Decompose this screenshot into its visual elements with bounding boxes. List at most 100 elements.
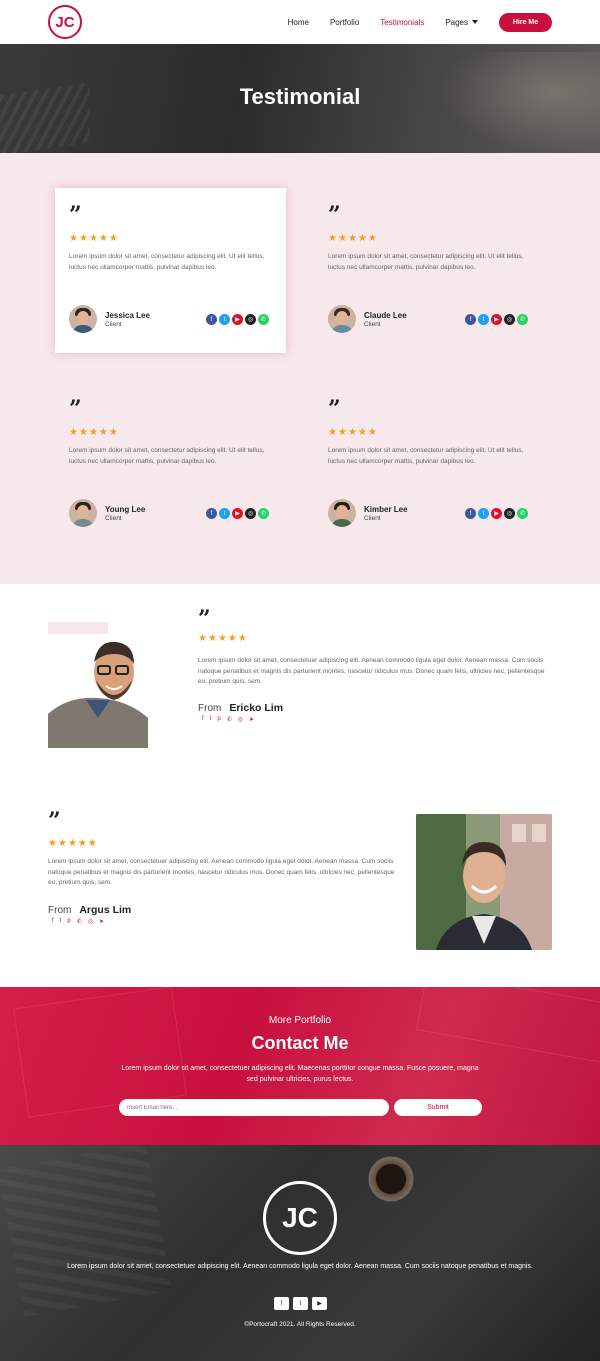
- testimonials-grid: ” ★ ★ ★ ★ ★ Lorem ipsum dolor sit amet, consec…: [0, 153, 600, 584]
- instagram-icon[interactable]: ◎: [504, 314, 515, 325]
- whatsapp-icon[interactable]: ✆: [77, 918, 82, 925]
- star-icon: ★: [48, 838, 57, 849]
- star-icon: ★: [198, 633, 207, 644]
- site-footer: JC Lorem ipsum dolor sit amet, consectet…: [0, 1145, 600, 1361]
- star-icon: ★: [57, 838, 67, 849]
- star-icon: ★: [207, 633, 217, 644]
- social-links: f t ▶ ◎ ✆: [465, 314, 528, 325]
- instagram-icon[interactable]: ◎: [245, 314, 256, 325]
- instagram-icon[interactable]: ◎: [238, 716, 243, 723]
- pinterest-icon[interactable]: p: [217, 716, 220, 723]
- page-title: Testimonial: [239, 84, 361, 109]
- star-icon: ★: [108, 233, 118, 244]
- testimonial-author: Kimber Lee Client: [328, 499, 408, 527]
- twitter-icon[interactable]: t: [60, 918, 62, 925]
- author-social-links: f t p ✆ ◎ ➤: [52, 918, 104, 925]
- youtube-icon[interactable]: ▶: [232, 314, 243, 325]
- whatsapp-icon[interactable]: ✆: [227, 716, 232, 723]
- twitter-icon[interactable]: t: [210, 716, 212, 723]
- featured-testimonial-ericko: ” ★ ★ ★ ★ ★ Lorem ipsum dolor sit amet, cons…: [0, 584, 600, 780]
- youtube-icon[interactable]: ▶: [232, 508, 243, 519]
- author-name: Ericko Lim: [229, 702, 284, 714]
- facebook-icon[interactable]: f: [206, 508, 217, 519]
- from-label: From: [48, 905, 72, 916]
- rating-stars: ★ ★ ★ ★ ★: [69, 234, 272, 244]
- instagram-icon[interactable]: ◎: [245, 508, 256, 519]
- social-links: f t ▶ ◎ ✆: [206, 508, 269, 519]
- telegram-icon[interactable]: ➤: [249, 716, 254, 723]
- star-icon: ★: [69, 233, 78, 244]
- avatar: [69, 305, 97, 333]
- footer-description: Lorem ipsum dolor sit amet, consectetuer…: [67, 1263, 533, 1270]
- star-icon: ★: [347, 233, 357, 244]
- youtube-icon[interactable]: ▶: [491, 508, 502, 519]
- contact-section: More Portfolio Contact Me Lorem ipsum do…: [0, 987, 600, 1145]
- star-icon: ★: [88, 233, 98, 244]
- twitter-icon[interactable]: t: [478, 508, 489, 519]
- nav-item-testimonials[interactable]: Testimonials: [380, 18, 424, 27]
- quote-icon: ”: [69, 396, 82, 422]
- youtube-icon[interactable]: ▶: [491, 314, 502, 325]
- testimonial-card: ” ★ ★ ★ ★ ★ Lorem ipsum dolor sit amet, consec…: [55, 382, 286, 547]
- author-role: Client: [364, 320, 381, 328]
- copyright: ©Portocraft 2021. All Rights Reserved.: [244, 1321, 356, 1328]
- star-icon: ★: [77, 838, 87, 849]
- rating-stars: ★ ★ ★ ★ ★: [48, 839, 97, 849]
- star-icon: ★: [367, 427, 377, 438]
- testimonial-text: Lorem ipsum dolor sit amet, consectetuer…: [48, 858, 395, 886]
- pinterest-icon[interactable]: p: [67, 918, 70, 925]
- star-icon: ★: [98, 427, 108, 438]
- instagram-icon[interactable]: ◎: [504, 508, 515, 519]
- nav-item-portfolio[interactable]: Portfolio: [330, 18, 359, 27]
- facebook-icon[interactable]: f: [274, 1297, 289, 1310]
- site-logo[interactable]: JC: [48, 5, 82, 39]
- facebook-icon[interactable]: f: [202, 716, 204, 723]
- star-icon: ★: [237, 633, 247, 644]
- hero-banner: Testimonial: [0, 44, 600, 153]
- whatsapp-icon[interactable]: ✆: [517, 314, 528, 325]
- star-icon: ★: [98, 233, 108, 244]
- caret-down-icon: [472, 20, 478, 24]
- facebook-icon[interactable]: f: [465, 314, 476, 325]
- star-icon: ★: [347, 427, 357, 438]
- facebook-icon[interactable]: f: [465, 508, 476, 519]
- quote-icon: ”: [48, 808, 61, 834]
- testimonial-text: Lorem ipsum dolor sit amet, consectetuer…: [198, 657, 545, 685]
- hire-me-button[interactable]: Hire Me: [499, 12, 552, 32]
- twitter-icon[interactable]: t: [219, 508, 230, 519]
- rating-stars: ★ ★ ★ ★ ★: [328, 234, 531, 244]
- testimonial-card: ” ★ ★ ★ ★ ★ Lorem ipsum dolor sit amet, consec…: [55, 188, 286, 353]
- author-name: Jessica Lee: [105, 310, 150, 320]
- testimonial-card: ” ★ ★ ★ ★ ★ Lorem ipsum dolor sit amet, consec…: [314, 382, 545, 547]
- whatsapp-icon[interactable]: ✆: [517, 508, 528, 519]
- footer-logo[interactable]: JC: [263, 1181, 337, 1255]
- youtube-icon[interactable]: ▶: [312, 1297, 327, 1310]
- whatsapp-icon[interactable]: ✆: [258, 314, 269, 325]
- nav-item-label: Home: [287, 17, 309, 27]
- testimonial-text: Lorem ipsum dolor sit amet, consectetur …: [328, 447, 524, 465]
- email-input[interactable]: [119, 1099, 389, 1116]
- telegram-icon[interactable]: ➤: [99, 918, 104, 925]
- testimonial-author: Young Lee Client: [69, 499, 145, 527]
- testimonial-author: Claude Lee Client: [328, 305, 407, 333]
- testimonial-author: From Ericko Lim: [198, 702, 283, 714]
- author-name: Kimber Lee: [364, 504, 408, 514]
- twitter-icon[interactable]: t: [293, 1297, 308, 1310]
- nav-item-label: Portfolio: [329, 17, 360, 27]
- top-navbar: JC Home Portfolio Testimonials Pages Hir…: [0, 0, 600, 44]
- facebook-icon[interactable]: f: [206, 314, 217, 325]
- instagram-icon[interactable]: ◎: [88, 918, 93, 925]
- contact-title: Contact Me: [251, 1033, 349, 1053]
- testimonial-card: ” ★ ★ ★ ★ ★ Lorem ipsum dolor sit amet, consec…: [314, 188, 545, 353]
- twitter-icon[interactable]: t: [478, 314, 489, 325]
- laptop-background-image: [0, 1145, 172, 1317]
- twitter-icon[interactable]: t: [219, 314, 230, 325]
- testimonial-text: Lorem ipsum dolor sit amet, consectetur …: [328, 253, 524, 271]
- nav-item-pages[interactable]: Pages: [445, 18, 478, 27]
- rating-stars: ★ ★ ★ ★ ★: [198, 634, 247, 644]
- submit-button[interactable]: Submit: [394, 1099, 482, 1116]
- contact-subtitle: More Portfolio: [268, 1015, 332, 1026]
- nav-item-home[interactable]: Home: [288, 18, 309, 27]
- facebook-icon[interactable]: f: [52, 918, 54, 925]
- whatsapp-icon[interactable]: ✆: [258, 508, 269, 519]
